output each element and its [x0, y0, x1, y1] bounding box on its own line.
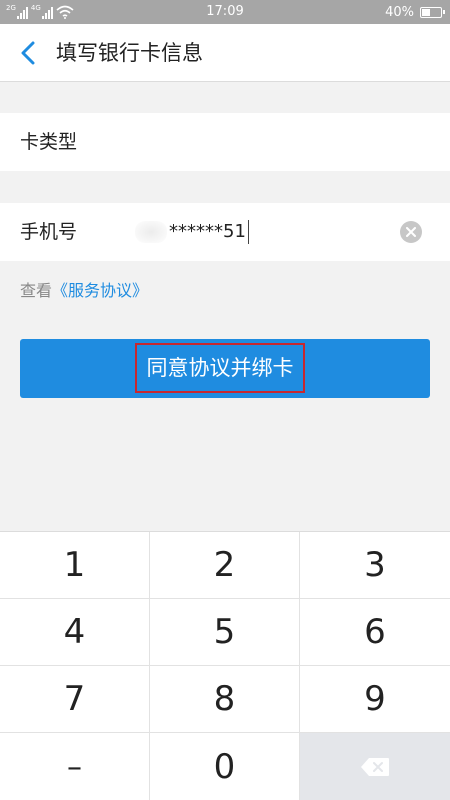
back-button[interactable]	[12, 37, 44, 69]
phone-input[interactable]: ******51	[135, 214, 385, 250]
key-0[interactable]: 0	[150, 733, 300, 800]
page-title: 填写银行卡信息	[56, 41, 203, 65]
chevron-left-icon	[21, 41, 35, 65]
clear-icon	[406, 227, 416, 237]
navigation-bar: 填写银行卡信息	[0, 24, 450, 82]
battery-status: 40%	[385, 3, 445, 21]
key-8[interactable]: 8	[150, 666, 300, 733]
key-9[interactable]: 9	[300, 666, 450, 733]
key-1[interactable]: 1	[0, 532, 150, 599]
key-minus[interactable]: –	[0, 733, 150, 800]
phone-label: 手机号	[20, 221, 78, 243]
card-type-label: 卡类型	[20, 131, 78, 153]
key-3[interactable]: 3	[300, 532, 450, 599]
phone-value: ******51	[169, 221, 246, 242]
agree-and-bind-button[interactable]: 同意协议并绑卡	[20, 339, 430, 398]
bind-bank-card-screen: 2G 4G 17:09 40% 填写银行卡信息 卡类型 手机号 ******51…	[0, 0, 450, 800]
agreement-text: 查看《服务协议》	[20, 278, 148, 304]
text-cursor	[247, 220, 249, 244]
clock: 17:09	[206, 4, 244, 19]
key-6[interactable]: 6	[300, 599, 450, 666]
key-2[interactable]: 2	[150, 532, 300, 599]
backspace-icon	[361, 758, 389, 776]
battery-icon	[420, 6, 445, 18]
redacted-digits	[135, 221, 167, 243]
agreement-prefix: 查看	[20, 281, 53, 300]
phone-row: 手机号 ******51	[0, 203, 450, 261]
delete-key[interactable]	[300, 733, 450, 800]
key-4[interactable]: 4	[0, 599, 150, 666]
key-5[interactable]: 5	[150, 599, 300, 666]
battery-percent: 40%	[385, 4, 414, 20]
clear-input-button[interactable]	[400, 221, 422, 243]
key-7[interactable]: 7	[0, 666, 150, 733]
card-type-row[interactable]: 卡类型	[0, 113, 450, 171]
service-agreement-link[interactable]: 《服务协议》	[52, 281, 148, 300]
numeric-keypad: 1 2 3 4 5 6 7 8 9 – 0	[0, 531, 450, 800]
status-bar: 2G 4G 17:09 40%	[0, 0, 450, 24]
agree-and-bind-label: 同意协议并绑卡	[135, 343, 305, 393]
